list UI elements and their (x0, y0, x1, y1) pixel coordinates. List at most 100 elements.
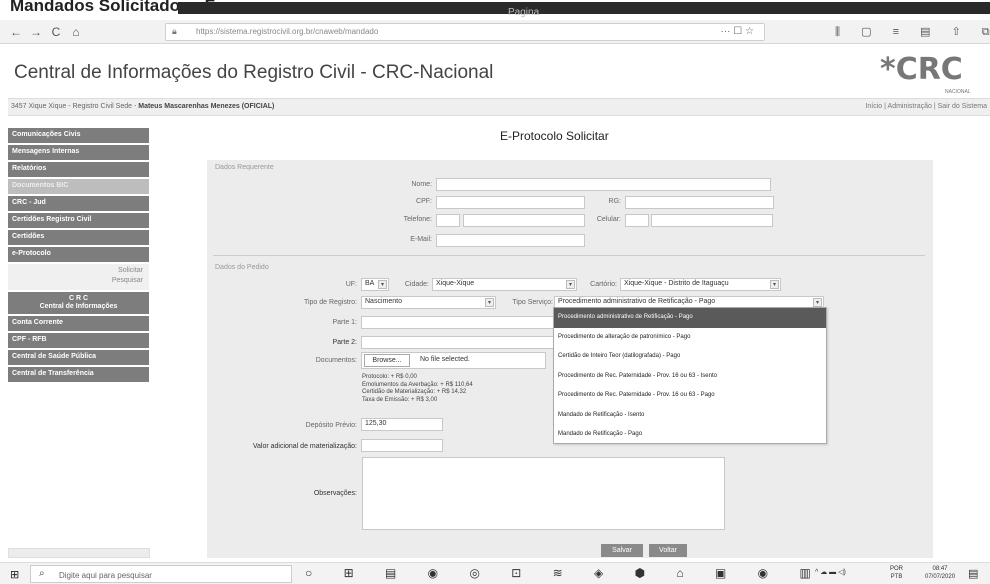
forward-arrow-icon[interactable]: → (28, 24, 44, 40)
telefone-input[interactable] (463, 214, 585, 227)
tipo-registro-select[interactable]: Nascimento ▾ (361, 296, 496, 309)
lock-icon: 🔒︎ (172, 26, 177, 36)
section-divider (213, 255, 925, 256)
taskbar-search-placeholder: Digite aqui para pesquisar (59, 571, 152, 580)
documentos-label: Documentos: (315, 357, 357, 364)
celular-label: Celular: (596, 216, 621, 223)
address-bar[interactable]: 🔒︎ https://sistema.registrocivil.org.br/… (165, 23, 765, 41)
sidebar-menu: Comunicações Civis Mensagens Internas Re… (8, 128, 149, 384)
taskbar-search[interactable]: ⌕ Digite aqui para pesquisar (30, 565, 292, 583)
sidebar-sub-pesquisar[interactable]: Pesquisar (14, 276, 143, 286)
celular-ddd-input[interactable] (625, 214, 649, 227)
sidebar-item-transferencia[interactable]: Central de Transferência (8, 367, 149, 382)
deposito-label: Depósito Prévio: (305, 422, 357, 429)
sidebar-submenu: Solicitar Pesquisar (8, 264, 149, 290)
section-pedido-label: Dados do Pedido (215, 264, 269, 271)
chevron-down-icon: ▾ (770, 280, 779, 289)
parte2-label: Parte 2: (332, 339, 357, 346)
dropdown-option[interactable]: Mandado de Retificação - Isento (554, 406, 826, 426)
tipo-servico-label: Tipo Serviço: (512, 299, 553, 306)
uf-value: BA (365, 280, 375, 287)
clock-time: 08:47 (932, 566, 948, 572)
clock[interactable]: 08:47 07/07/2020 (925, 565, 955, 581)
sidebar-item-mensagens[interactable]: Mensagens Internas (8, 145, 149, 160)
deposito-value: 125,30 (365, 420, 387, 427)
deposito-input[interactable]: 125,30 (361, 418, 443, 431)
dropdown-option[interactable]: Certidão de Inteiro Teor (datilografada)… (554, 347, 826, 367)
browse-button[interactable]: Browse... (364, 354, 410, 367)
tipo-servico-dropdown: Procedimento administrativo de Retificaç… (553, 307, 827, 444)
dropdown-option[interactable]: Procedimento de Rec. Paternidade - Prov.… (554, 386, 826, 406)
home-icon[interactable]: ⌂ (68, 24, 84, 40)
browser-toolbar: ← → C ⌂ 🔒︎ https://sistema.registrocivil… (0, 20, 990, 44)
observacoes-label: Observações: (313, 490, 357, 497)
windows-start-icon[interactable]: ⊞ (10, 568, 19, 581)
email-label: E-Mail: (410, 236, 432, 243)
nome-input[interactable] (436, 178, 771, 191)
sidebar-central-label: Central de Informações (39, 303, 118, 310)
celular-input[interactable] (651, 214, 773, 227)
browser-extension-icons[interactable]: ⫼ ▢ ≡ ▤ ⇧ ⧉ ≡ (835, 25, 990, 39)
sidebar-item-relatorios[interactable]: Relatórios (8, 162, 149, 177)
user-bar: 3457 Xique Xique - Registro Civil Sede -… (8, 98, 990, 116)
sidebar-item-crc-central[interactable]: C R C Central de Informações (8, 292, 149, 314)
cpf-input[interactable] (436, 196, 585, 209)
rg-input[interactable] (625, 196, 774, 209)
dropdown-option[interactable]: Procedimento administrativo de Retificaç… (554, 308, 826, 328)
notification-icon[interactable]: ▤ (968, 567, 978, 580)
chevron-down-icon: ▾ (485, 298, 494, 307)
language-indicator[interactable]: POR PTB (890, 565, 903, 581)
documentos-file-input[interactable]: Browse... No file selected. (361, 352, 546, 369)
sidebar-item-certidoes-registro[interactable]: Certidões Registro Civil (8, 213, 149, 228)
valor-adicional-input[interactable] (361, 439, 443, 452)
browser-tab[interactable]: Pagina (508, 7, 539, 18)
file-status: No file selected. (420, 356, 470, 363)
clock-date: 07/07/2020 (925, 574, 956, 580)
cidade-value: Xique-Xique (436, 280, 475, 287)
sidebar-sub-solicitar[interactable]: Solicitar (14, 266, 143, 276)
sidebar-item-certidoes[interactable]: Certidões (8, 230, 149, 245)
crc-logo: *CRC (880, 52, 963, 87)
parte1-label: Parte 1: (332, 319, 357, 326)
email-input[interactable] (436, 234, 585, 247)
sidebar-item-crc-jud[interactable]: CRC - Jud (8, 196, 149, 211)
chevron-down-icon: ▾ (566, 280, 575, 289)
sidebar-item-documentos[interactable]: Documentos BIC (8, 179, 149, 194)
sidebar-item-saude-publica[interactable]: Central de Saúde Pública (8, 350, 149, 365)
sidebar-item-cpf-rfb[interactable]: CPF - RFB (8, 333, 149, 348)
taskbar-app-icons[interactable]: ○ ⊞ ▤ ◉ ◎ ⊡ ≋ ◈ ⬢ ⌂ ▣ ◉ ▥ (305, 566, 825, 580)
sidebar-item-comunicacoes[interactable]: Comunicações Civis (8, 128, 149, 143)
cidade-select[interactable]: Xique-Xique ▾ (432, 278, 577, 291)
taskbar: ⊞ ⌕ Digite aqui para pesquisar ○ ⊞ ▤ ◉ ◎… (0, 562, 990, 584)
telefone-ddd-input[interactable] (436, 214, 460, 227)
bookmark-star-icon[interactable]: ··· ☐ ☆ (721, 26, 754, 37)
cartorio-select[interactable]: Xique-Xique - Distrito de Itaguaçu ▾ (620, 278, 781, 291)
reload-icon[interactable]: C (48, 24, 64, 40)
uf-select[interactable]: BA ▾ (361, 278, 389, 291)
horizontal-scrollbar[interactable] (8, 548, 150, 558)
observacoes-textarea[interactable] (362, 457, 725, 530)
sidebar-crc-label: C R C (68, 295, 89, 302)
url-text: https://sistema.registrocivil.org.br/cna… (196, 27, 379, 36)
parte1-input[interactable] (361, 316, 556, 329)
tipo-servico-value: Procedimento administrativo de Retificaç… (558, 298, 716, 305)
site-title: Central de Informações do Registro Civil… (14, 62, 494, 83)
sidebar-item-conta-corrente[interactable]: Conta Corrente (8, 316, 149, 331)
uf-label: UF: (345, 281, 357, 288)
tipo-registro-label: Tipo de Registro: (303, 299, 357, 306)
back-arrow-icon[interactable]: ← (8, 24, 24, 40)
user-info: 3457 Xique Xique - Registro Civil Sede -… (11, 103, 274, 110)
top-links[interactable]: Início | Administração | Sair do Sistema (865, 103, 987, 110)
dropdown-option[interactable]: Procedimento de Rec. Paternidade - Prov.… (554, 367, 826, 387)
dropdown-option[interactable]: Procedimento de alteração de patronímico… (554, 328, 826, 348)
sidebar-item-e-protocolo[interactable]: e-Protocolo (8, 247, 149, 262)
system-tray-icons[interactable]: ^ ☁ ▬ ◁) (815, 568, 846, 576)
tipo-registro-value: Nascimento (365, 298, 402, 305)
save-button[interactable]: Salvar (601, 544, 643, 557)
rg-label: RG: (608, 198, 621, 205)
telefone-label: Telefone: (403, 216, 432, 223)
dropdown-option[interactable]: Mandado de Retificação - Pago (554, 425, 826, 445)
search-icon: ⌕ (39, 568, 45, 579)
parte2-input[interactable] (361, 336, 556, 349)
back-button[interactable]: Voltar (649, 544, 687, 557)
